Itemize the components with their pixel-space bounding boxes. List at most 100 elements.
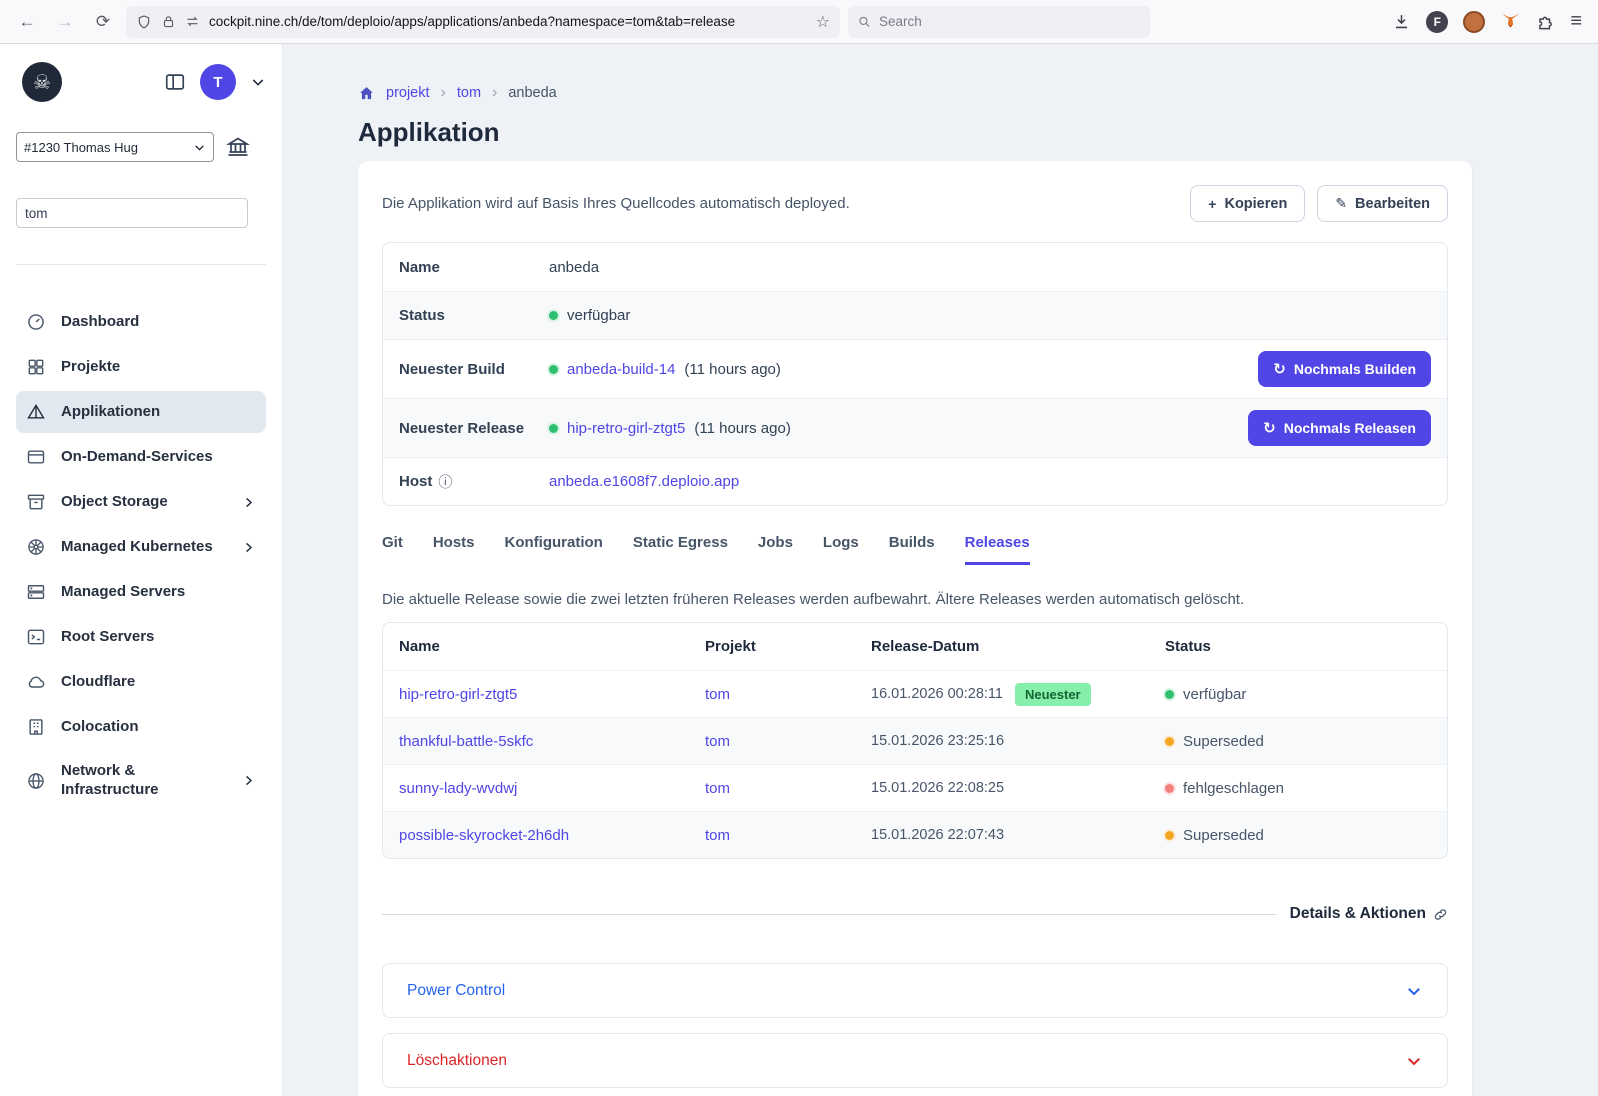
server-rack-icon [26,582,46,602]
latest-build-link[interactable]: anbeda-build-14 [567,361,675,378]
address-bar[interactable]: cockpit.nine.ch/de/tom/deploio/apps/appl… [126,6,840,38]
release-status: fehlgeschlagen [1183,780,1284,797]
menu-hamburger-icon[interactable]: ≡ [1570,10,1582,33]
switch-container-icon [185,14,200,29]
search-input[interactable] [879,14,1140,29]
breadcrumb-link-tom[interactable]: tom [457,85,481,101]
sidebar-item-cloudflare[interactable]: Cloudflare [16,661,266,703]
breadcrumb-current: anbeda [508,85,556,101]
reload-button[interactable]: ⟳ [88,7,118,37]
tab-hosts[interactable]: Hosts [433,534,475,565]
release-name-link[interactable]: thankful-battle-5skfc [399,733,705,750]
tab-builds[interactable]: Builds [889,534,935,565]
tab-releases[interactable]: Releases [965,534,1030,565]
sidebar-item-on-demand-services[interactable]: On-Demand-Services [16,436,266,478]
namespace-filter-input[interactable] [16,198,248,228]
table-row: sunny-lady-wvdwj tom 15.01.2026 22:08:25… [383,764,1447,811]
releases-description: Die aktuelle Release sowie die zwei letz… [382,591,1448,608]
application-card: Die Applikation wird auf Basis Ihres Que… [358,161,1472,1096]
organization-bank-icon[interactable] [226,135,250,159]
info-icon[interactable]: ⓘ [438,472,452,492]
sidebar-item-projekte[interactable]: Projekte [16,346,266,388]
release-name-link[interactable]: hip-retro-girl-ztgt5 [399,686,705,703]
sidebar-item-managed-kubernetes[interactable]: Managed Kubernetes [16,526,266,568]
forward-button[interactable]: → [50,7,80,37]
release-date: 16.01.2026 00:28:11 [871,686,1003,702]
download-icon[interactable] [1392,12,1411,31]
refresh-icon: ↻ [1273,360,1286,378]
home-icon[interactable] [358,85,375,102]
user-avatar[interactable]: ☠ [22,62,62,102]
copy-button[interactable]: + Kopieren [1190,185,1305,222]
sidebar-item-network-infrastructure[interactable]: Network & Infrastructure [16,751,266,811]
tab-git[interactable]: Git [382,534,403,565]
release-project-link[interactable]: tom [705,780,871,797]
release-name-link[interactable]: possible-skyrocket-2h6dh [399,827,705,844]
info-row-status: Status verfügbar [383,291,1447,339]
host-link[interactable]: anbeda.e1608f7.deploio.app [549,473,739,490]
sidebar-toggle-icon[interactable] [164,71,186,93]
sidebar-item-object-storage[interactable]: Object Storage [16,481,266,523]
sidebar-item-root-servers[interactable]: Root Servers [16,616,266,658]
details-actions-label[interactable]: Details & Aktionen [1290,905,1448,923]
applications-prism-icon [26,402,46,422]
tab-logs[interactable]: Logs [823,534,859,565]
bookmark-star-icon[interactable]: ☆ [816,12,830,32]
chevron-down-icon[interactable] [250,74,266,90]
sidebar-item-managed-servers[interactable]: Managed Servers [16,571,266,613]
building-icon [26,717,46,737]
application-info-table: Name anbeda Status verfügbar Neuester Bu… [382,242,1448,506]
breadcrumb-separator: › [441,84,446,102]
sidebar-item-applikationen[interactable]: Applikationen [16,391,266,433]
sidebar-item-colocation[interactable]: Colocation [16,706,266,748]
rerelease-button[interactable]: ↻ Nochmals Releasen [1248,410,1431,446]
status-dot-green [549,424,558,433]
search-bar[interactable] [848,6,1150,38]
info-row-host: Host ⓘ anbeda.e1608f7.deploio.app [383,457,1447,505]
power-control-panel[interactable]: Power Control [382,963,1448,1018]
rebuild-button[interactable]: ↻ Nochmals Builden [1258,351,1431,387]
profile-icon[interactable] [1463,11,1485,33]
tab-konfiguration[interactable]: Konfiguration [505,534,603,565]
extensions-puzzle-icon[interactable] [1536,12,1555,31]
release-status: Superseded [1183,827,1264,844]
status-dot-green [549,365,558,374]
release-project-link[interactable]: tom [705,686,871,703]
release-age: (11 hours ago) [694,420,790,437]
sidebar-nav: Dashboard Projekte Applikationen On-Dema… [16,301,266,811]
metamask-extension-icon[interactable] [1500,11,1521,32]
tab-static-egress[interactable]: Static Egress [633,534,728,565]
release-date: 15.01.2026 22:08:25 [871,780,1004,796]
account-select[interactable]: #1230 Thomas Hug [16,132,214,162]
globe-network-icon [26,771,46,791]
release-project-link[interactable]: tom [705,733,871,750]
release-name-link[interactable]: sunny-lady-wvdwj [399,780,705,797]
pencil-icon: ✎ [1335,195,1347,212]
application-description: Die Applikation wird auf Basis Ihres Que… [382,195,850,212]
status-dot-orange [1165,831,1174,840]
url-text[interactable]: cockpit.nine.ch/de/tom/deploio/apps/appl… [209,14,807,29]
firefox-account-icon[interactable]: F [1426,11,1448,33]
delete-actions-panel[interactable]: Löschaktionen [382,1033,1448,1088]
breadcrumb-link-projekt[interactable]: projekt [386,85,430,101]
edit-button[interactable]: ✎ Bearbeiten [1317,185,1448,222]
browser-toolbar: ← → ⟳ cockpit.nine.ch/de/tom/deploio/app… [0,0,1598,44]
back-button[interactable]: ← [12,7,42,37]
chevron-down-icon[interactable] [1405,982,1423,1000]
info-row-release: Neuester Release hip-retro-girl-ztgt5 (1… [383,398,1447,457]
tab-jobs[interactable]: Jobs [758,534,793,565]
search-icon [858,15,871,29]
link-icon [1433,907,1448,922]
release-date: 15.01.2026 23:25:16 [871,733,1004,749]
tenant-avatar[interactable]: T [200,64,236,100]
release-project-link[interactable]: tom [705,827,871,844]
app-status-value: verfügbar [567,307,630,324]
sidebar-item-dashboard[interactable]: Dashboard [16,301,266,343]
app-name-value: anbeda [549,259,1431,276]
info-row-build: Neuester Build anbeda-build-14 (11 hours… [383,339,1447,398]
details-actions-section: Details & Aktionen [382,905,1448,923]
latest-release-link[interactable]: hip-retro-girl-ztgt5 [567,420,685,437]
status-dot-red [1165,784,1174,793]
chevron-right-icon [241,495,256,510]
chevron-down-icon[interactable] [1405,1052,1423,1070]
